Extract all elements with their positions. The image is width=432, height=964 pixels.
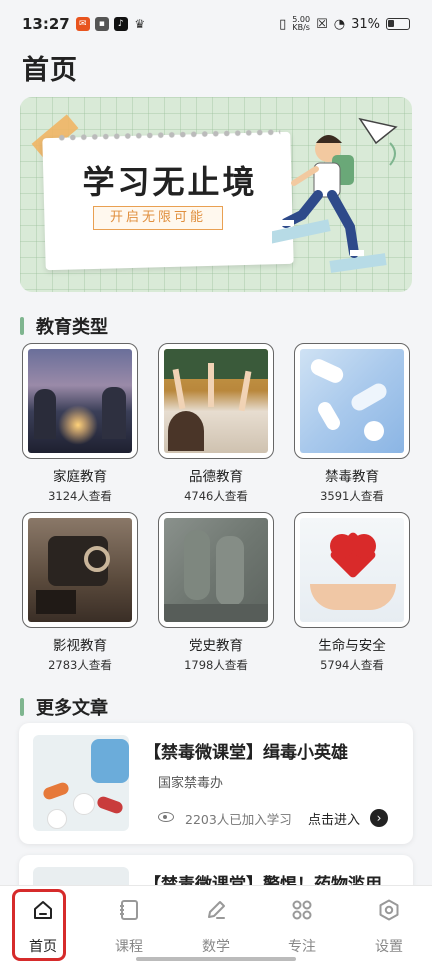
home-screen: 13:27 ✉ ▪ ♪ ♛ ▯ 5.00 KB/s ☒ ◔ 31% 首页 学习无… xyxy=(0,0,432,964)
section-more-articles: 更多文章 xyxy=(20,694,108,720)
article-source: 国家禁毒办 xyxy=(158,776,224,791)
relief-sculpture-photo xyxy=(164,518,268,622)
tab-label: 专注 xyxy=(288,939,316,955)
status-bar: 13:27 ✉ ▪ ♪ ♛ ▯ 5.00 KB/s ☒ ◔ 31% xyxy=(0,0,432,48)
banner-subtitle: 开启无限可能 xyxy=(93,206,223,230)
category-name: 禁毒教育 xyxy=(325,469,379,485)
article-title: 【禁毒微课堂】缉毒小英雄 xyxy=(144,743,348,763)
heart-hands-photo xyxy=(300,518,404,622)
hero-banner[interactable]: 学习无止境 开启无限可能 xyxy=(20,97,412,292)
gear-icon xyxy=(379,899,399,921)
student-running-illustration xyxy=(272,117,398,273)
tab-settings[interactable]: 设置 xyxy=(346,886,432,964)
category-moral-education[interactable]: 品德教育 4746人查看 xyxy=(158,343,274,504)
gesture-bar[interactable] xyxy=(136,957,296,961)
family-photo xyxy=(28,349,132,453)
vibrate-icon: ▯ xyxy=(279,16,287,32)
enter-link[interactable]: 点击进入 xyxy=(308,809,360,828)
tab-courses[interactable]: 课程 xyxy=(86,886,172,964)
category-views: 5794人查看 xyxy=(320,658,384,672)
crown-icon: ♛ xyxy=(134,17,146,31)
banner-title: 学习无止境 xyxy=(82,163,258,201)
category-views: 4746人查看 xyxy=(184,489,248,503)
section-title: 教育类型 xyxy=(36,317,108,338)
category-drug-prevention[interactable]: 禁毒教育 3591人查看 xyxy=(294,343,410,504)
battery-percent: 31% xyxy=(351,16,380,32)
tab-focus[interactable]: 专注 xyxy=(259,886,345,964)
eye-icon xyxy=(158,812,174,822)
pen-icon xyxy=(208,901,225,919)
article-thumbnail xyxy=(33,735,129,831)
grid-icon xyxy=(292,900,312,920)
category-name: 党史教育 xyxy=(189,638,243,654)
sim-icon: ☒ xyxy=(316,16,328,32)
home-tab-highlight xyxy=(12,889,66,961)
category-film-education[interactable]: 影视教育 2783人查看 xyxy=(22,512,138,673)
tab-label: 设置 xyxy=(375,939,403,955)
category-views: 3591人查看 xyxy=(320,489,384,503)
speed-unit: KB/s xyxy=(292,23,310,32)
category-views: 2783人查看 xyxy=(48,658,112,672)
section-accent-bar xyxy=(20,317,24,335)
tab-label: 课程 xyxy=(115,939,143,955)
category-name: 影视教育 xyxy=(53,638,107,654)
tab-math[interactable]: 数学 xyxy=(173,886,259,964)
section-accent-bar xyxy=(20,698,24,716)
category-party-history[interactable]: 党史教育 1798人查看 xyxy=(158,512,274,673)
wifi-icon: ◔ xyxy=(333,16,346,32)
status-right: ▯ 5.00 KB/s ☒ ◔ 31% xyxy=(279,16,410,32)
section-title: 更多文章 xyxy=(36,698,108,719)
category-name: 品德教育 xyxy=(189,469,243,485)
article-card[interactable]: 【禁毒微课堂】缉毒小英雄 国家禁毒办 2203人已加入学习 点击进入 › xyxy=(19,723,413,844)
tab-label: 数学 xyxy=(202,939,230,955)
category-name: 家庭教育 xyxy=(53,469,107,485)
page-title: 首页 xyxy=(22,55,78,86)
pills-photo xyxy=(300,349,404,453)
classroom-photo xyxy=(164,349,268,453)
category-views: 3124人查看 xyxy=(48,489,112,503)
app-notification-icon: ▪ xyxy=(94,17,109,31)
category-views: 1798人查看 xyxy=(184,658,248,672)
article-learner-count: 2203人已加入学习 xyxy=(185,812,292,827)
category-name: 生命与安全 xyxy=(318,638,386,654)
network-speed: 5.00 KB/s xyxy=(292,16,310,32)
category-life-safety[interactable]: 生命与安全 5794人查看 xyxy=(294,512,410,673)
arrow-right-icon[interactable]: › xyxy=(370,809,388,827)
notebook-icon xyxy=(120,900,138,920)
film-projector-photo xyxy=(28,518,132,622)
battery-icon xyxy=(386,18,410,30)
tiktok-icon: ♪ xyxy=(113,17,128,31)
category-family-education[interactable]: 家庭教育 3124人查看 xyxy=(22,343,138,504)
status-time: 13:27 xyxy=(22,15,70,33)
app-notification-icon: ✉ xyxy=(75,17,90,31)
section-education-types: 教育类型 xyxy=(20,313,108,339)
